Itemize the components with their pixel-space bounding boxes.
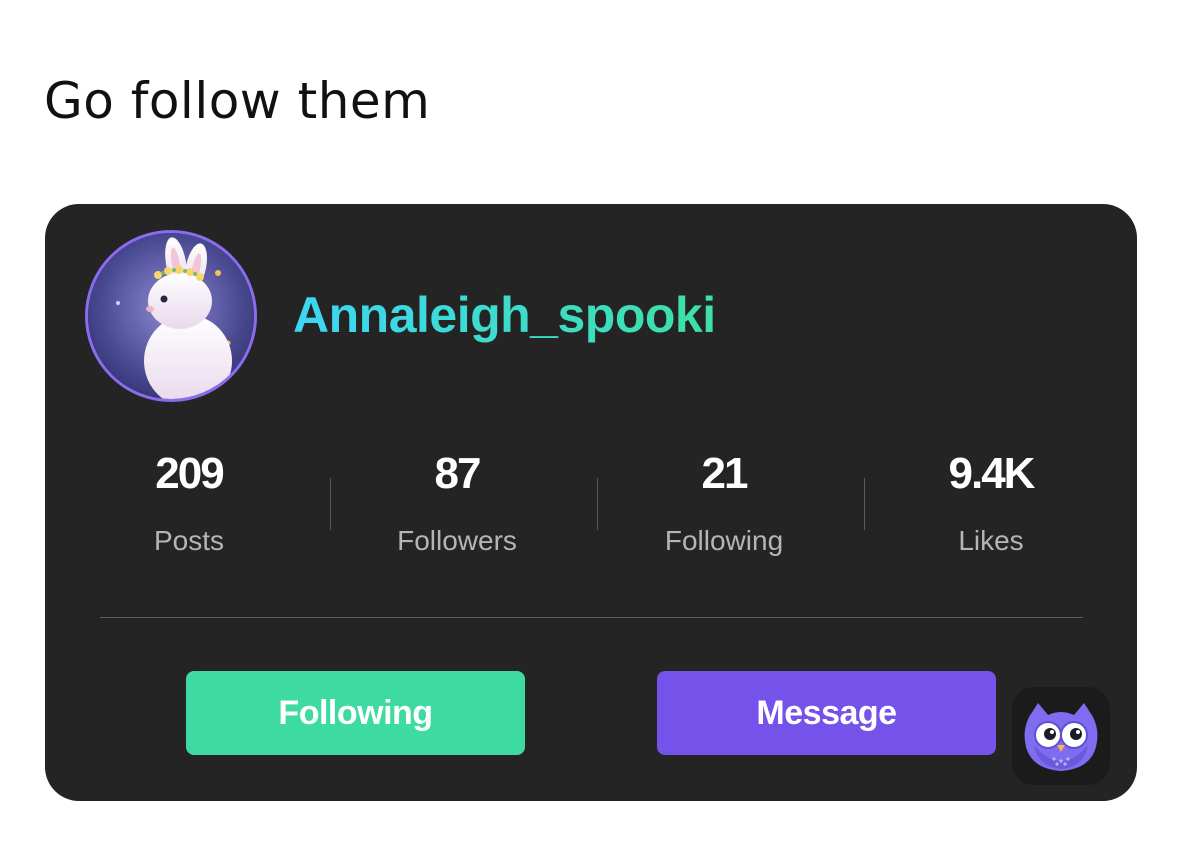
stat-likes[interactable]: 9.4K Likes bbox=[891, 448, 1091, 558]
owl-icon bbox=[1024, 703, 1098, 771]
message-button[interactable]: Message bbox=[657, 671, 996, 755]
profile-username: Annaleigh_spooki bbox=[293, 287, 716, 343]
app-logo bbox=[1012, 687, 1110, 785]
stat-label: Posts bbox=[153, 525, 225, 556]
stat-followers[interactable]: 87 Followers bbox=[357, 448, 557, 558]
stat-label: Followers bbox=[397, 525, 517, 556]
profile-avatar[interactable] bbox=[85, 230, 257, 402]
following-button[interactable]: Following bbox=[186, 671, 525, 755]
stat-value: 9.4K bbox=[948, 449, 1036, 498]
section-divider bbox=[100, 617, 1083, 618]
stat-label: Likes bbox=[958, 525, 1024, 556]
stat-value: 21 bbox=[701, 449, 749, 498]
stat-divider bbox=[597, 478, 598, 530]
stat-divider bbox=[330, 478, 331, 530]
profile-card: Annaleigh_spooki 209 Posts 87 Followers … bbox=[45, 204, 1137, 801]
stat-value: 87 bbox=[434, 449, 482, 498]
bunny-avatar-icon bbox=[88, 233, 254, 399]
stat-label: Following bbox=[664, 525, 784, 556]
stat-divider bbox=[864, 478, 865, 530]
post-caption: Go follow them bbox=[44, 72, 431, 130]
stat-posts[interactable]: 209 Posts bbox=[89, 448, 289, 558]
stat-following[interactable]: 21 Following bbox=[624, 448, 824, 558]
stat-value: 209 bbox=[155, 449, 224, 498]
